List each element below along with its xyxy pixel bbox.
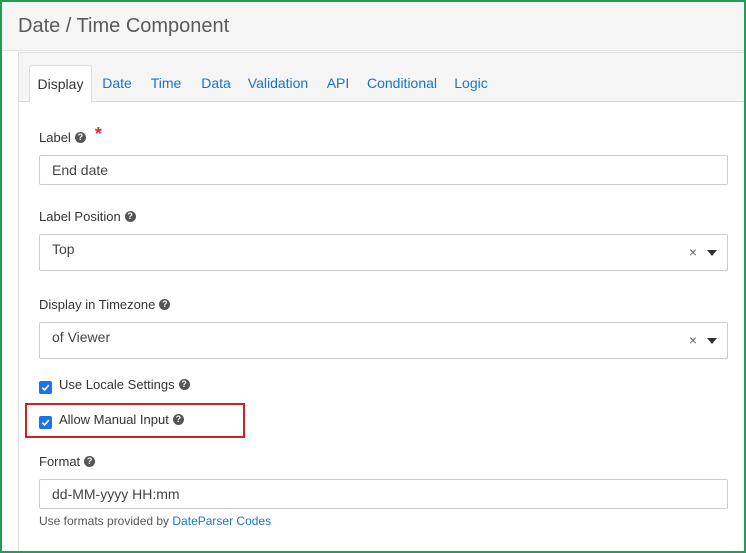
manual-input-text[interactable]: Allow Manual Input [59, 412, 169, 427]
checkmark-icon [41, 384, 50, 392]
tab-date[interactable]: Date [97, 65, 137, 102]
label-position-text: Label Position [39, 209, 121, 224]
format-label: Format ? [39, 454, 96, 469]
title-bar: Date / Time Component [2, 2, 744, 51]
label-input-value: End date [52, 162, 109, 178]
tab-conditional[interactable]: Conditional [364, 65, 440, 102]
help-icon[interactable]: ? [159, 299, 171, 310]
timezone-text: Display in Timezone [39, 297, 156, 312]
tab-logic[interactable]: Logic [450, 65, 492, 102]
timezone-value: of Viewer [52, 329, 111, 345]
label-position-label: Label Position ? [39, 209, 136, 224]
tab-data[interactable]: Data [196, 65, 236, 102]
label-input[interactable]: End date [39, 155, 728, 185]
help-icon[interactable]: ? [124, 211, 136, 222]
chevron-down-icon[interactable] [707, 338, 717, 344]
help-icon[interactable]: ? [84, 456, 96, 467]
locale-label: Use Locale Settings ? [59, 377, 190, 392]
format-input-value: dd-MM-yyyy HH:mm [52, 486, 180, 502]
label-text: Label [39, 130, 71, 145]
help-icon[interactable]: ? [74, 132, 86, 143]
tab-time[interactable]: Time [146, 65, 186, 102]
clear-icon[interactable]: × [689, 332, 697, 348]
label-position-select[interactable]: Top × [39, 234, 728, 271]
timezone-select[interactable]: of Viewer × [39, 322, 728, 359]
format-hint-text: Use formats provided by [39, 514, 173, 528]
dateparser-codes-link[interactable]: DateParser Codes [172, 514, 271, 528]
chevron-down-icon[interactable] [707, 250, 717, 256]
format-input[interactable]: dd-MM-yyyy HH:mm [39, 479, 728, 509]
tab-api[interactable]: API [321, 65, 355, 102]
locale-checkbox[interactable] [39, 381, 52, 394]
help-icon[interactable]: ? [178, 379, 190, 390]
format-hint: Use formats provided by DateParser Codes [39, 514, 271, 528]
component-title: Date / Time Component [18, 15, 230, 37]
tab-display[interactable]: Display [29, 65, 92, 103]
clear-icon[interactable]: × [689, 244, 697, 260]
locale-text[interactable]: Use Locale Settings [59, 377, 175, 392]
label-position-value: Top [52, 241, 75, 257]
label-field-label: Label ? * [39, 124, 102, 148]
format-text: Format [39, 454, 81, 469]
required-asterisk-icon: * [94, 124, 102, 144]
manual-input-checkbox[interactable] [39, 416, 52, 429]
manual-input-label: Allow Manual Input ? [59, 412, 184, 427]
help-icon[interactable]: ? [172, 414, 184, 425]
timezone-label: Display in Timezone ? [39, 297, 171, 312]
checkmark-icon [41, 419, 50, 427]
tab-validation[interactable]: Validation [245, 65, 311, 102]
